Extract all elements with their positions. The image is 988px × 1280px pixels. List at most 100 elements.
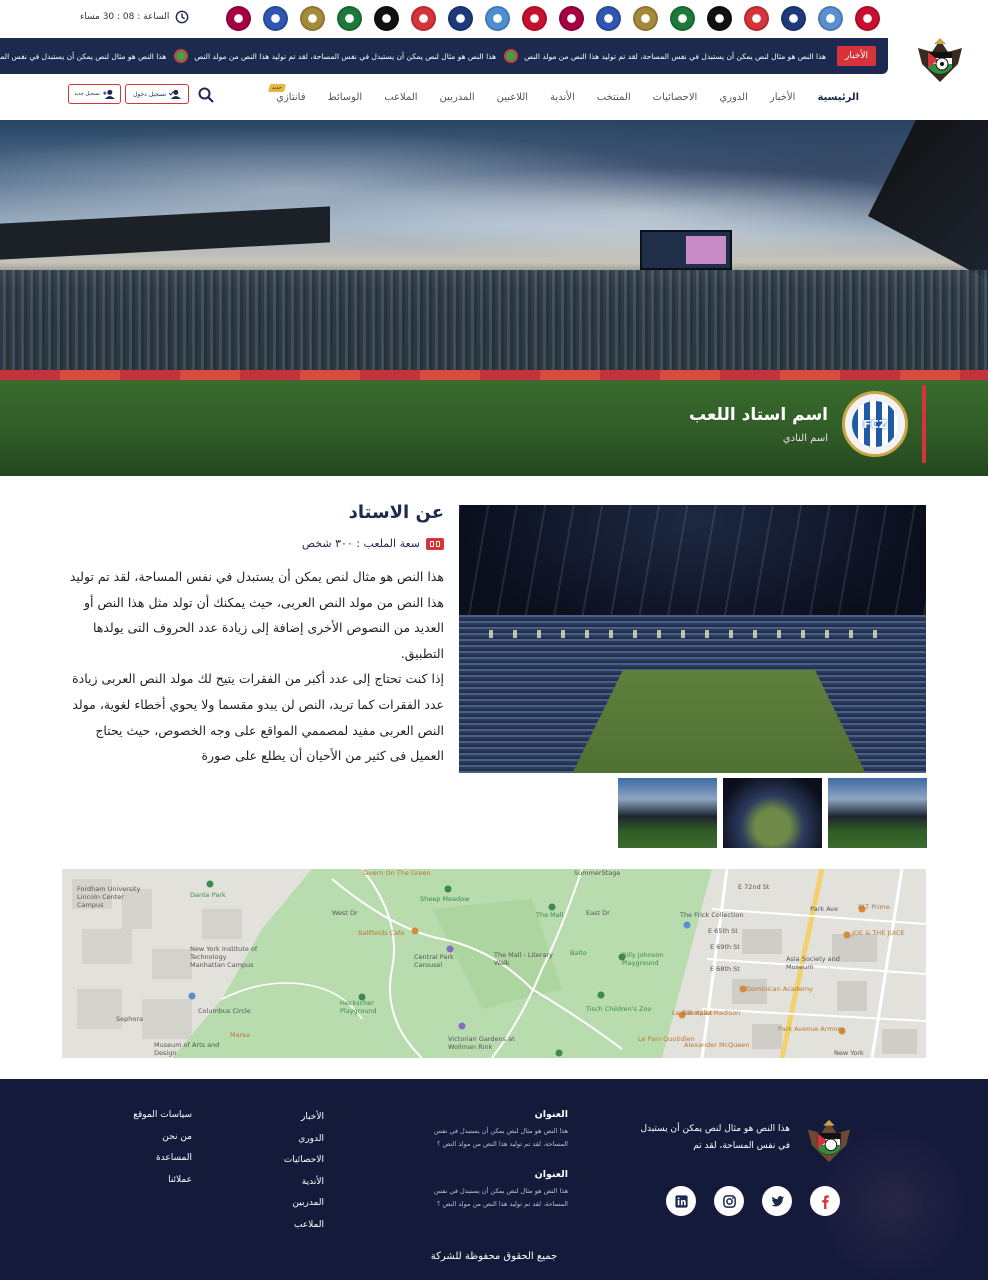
map-label: West Dr: [332, 909, 358, 917]
map-label: Tavern On The Green: [362, 869, 431, 877]
location-map[interactable]: Fordham University Lincoln Center Campus…: [62, 869, 926, 1058]
map-label: Heckscher Playground: [340, 999, 377, 1015]
instagram-link[interactable]: [714, 1186, 744, 1216]
nav-item[interactable]: الدوري: [708, 88, 759, 108]
ticker-item[interactable]: هذا النص هو مثال لنص يمكن أن يستبدل في ن…: [0, 49, 166, 63]
footer-link[interactable]: الملاعب: [294, 1219, 324, 1233]
clock-icon: [175, 10, 189, 24]
club-logo[interactable]: [226, 6, 251, 31]
map-label: Billy Johnson Playground: [622, 951, 664, 967]
club-logo[interactable]: [781, 6, 806, 31]
twitter-link[interactable]: [762, 1186, 792, 1216]
club-logo[interactable]: [707, 6, 732, 31]
footer-logo[interactable]: [804, 1115, 854, 1167]
map-label: Ballfields Cafe: [358, 929, 405, 937]
ticker-item[interactable]: هذا النص هو مثال لنص يمكن أن يستبدل في ن…: [504, 49, 826, 63]
nav-item-label: الأخبار: [769, 92, 796, 103]
address-text: هذا النص هو مثال لنص يمكن أن يستبدل في ن…: [433, 1127, 568, 1148]
club-logo[interactable]: [855, 6, 880, 31]
club-logo[interactable]: [485, 6, 510, 31]
club-logo[interactable]: [374, 6, 399, 31]
ticker-track: هذا النص هو مثال لنص يمكن أن يستبدل في ن…: [0, 49, 826, 63]
about-paragraph: إذا كنت تحتاج إلى عدد أكبر من الفقرات يت…: [72, 671, 444, 764]
nav-item[interactable]: الوسائط: [316, 88, 373, 108]
club-crest-inner: FCZ: [852, 401, 898, 447]
club-logo[interactable]: [596, 6, 621, 31]
nav-item-label: فانتازي: [276, 92, 306, 103]
time-label: الساعة : 08 : 30 مساء: [80, 12, 170, 22]
instagram-icon: [722, 1194, 736, 1208]
footer-link[interactable]: الدوري: [298, 1133, 324, 1147]
nav-item[interactable]: الملاعب: [373, 88, 428, 108]
footer-links-secondary: سياسات الموقع من نحن المساعدة عملائنا: [133, 1109, 192, 1187]
footer-link[interactable]: المدربين: [292, 1197, 324, 1211]
club-crest[interactable]: FCZ: [842, 391, 908, 457]
club-logo[interactable]: [300, 6, 325, 31]
map-label: The Mall: [536, 911, 564, 919]
news-ticker: الأخبار هذا النص هو مثال لنص يمكن أن يست…: [0, 38, 888, 74]
ticker-item[interactable]: هذا النص هو مثال لنص يمكن أن يستبدل في ن…: [174, 49, 496, 63]
footer-link[interactable]: الأندية: [302, 1176, 324, 1190]
footer-link[interactable]: الأخبار: [301, 1111, 324, 1125]
hero-text: اسم استاد اللعب اسم النادي: [689, 405, 828, 444]
map-label: Balto: [570, 949, 587, 957]
nav-item[interactable]: المنتخب: [586, 88, 642, 108]
map-label: E 72nd St: [738, 883, 770, 891]
ticker-item-text: هذا النص هو مثال لنص يمكن أن يستبدل في ن…: [0, 51, 167, 61]
club-logo[interactable]: [818, 6, 843, 31]
footer-link[interactable]: المساعدة: [156, 1152, 192, 1166]
nav-item[interactable]: الرئيسية: [806, 88, 870, 108]
stadium-name: اسم استاد اللعب: [688, 404, 828, 425]
footer-links-main: الأخبار الدوري الاحصائيات الأندية المدربين ال…: [284, 1111, 324, 1233]
register-button[interactable]: تسجيل جديد: [68, 84, 121, 104]
nav-item-label: الرئيسية: [817, 92, 859, 103]
linkedin-link[interactable]: [666, 1186, 696, 1216]
nav-item[interactable]: اللاعبين: [486, 88, 539, 108]
thumbnail[interactable]: [618, 778, 717, 848]
federation-mini-icon: [504, 49, 519, 63]
club-logo[interactable]: [448, 6, 473, 31]
footer-link[interactable]: سياسات الموقع: [133, 1109, 192, 1123]
nav-items: الرئيسية الأخبار الدوري الاحصائيات المنتخب ال…: [265, 84, 870, 108]
thumbnail[interactable]: [828, 778, 927, 848]
club-logo[interactable]: [670, 6, 695, 31]
map-label: E 65th St: [708, 927, 738, 935]
club-logo[interactable]: [744, 6, 769, 31]
map-label: The Mall - Literary Walk: [494, 951, 553, 967]
nav-item[interactable]: فانتازي جديد: [265, 84, 316, 108]
about-text: هذا النص هو مثال لنص يمكن أن يستبدل في ن…: [62, 564, 444, 769]
thumbnail[interactable]: [723, 778, 822, 848]
footer-link[interactable]: من نحن: [162, 1131, 192, 1145]
address-title: العنوان: [534, 1169, 568, 1180]
club-logo[interactable]: [411, 6, 436, 31]
club-logo[interactable]: [633, 6, 658, 31]
club-name[interactable]: اسم النادي: [689, 433, 828, 444]
map-label: The Frick Collection: [680, 911, 744, 919]
address-block: العنوان هذا النص هو مثال لنص يمكن أن يست…: [408, 1109, 568, 1151]
social-links: [666, 1186, 840, 1216]
nav-item[interactable]: الاحصائيات: [642, 88, 709, 108]
club-logo[interactable]: [263, 6, 288, 31]
club-logo[interactable]: [559, 6, 584, 31]
nav-item-label: اللاعبين: [496, 92, 529, 103]
facebook-link[interactable]: [810, 1186, 840, 1216]
nav-item[interactable]: الأخبار: [759, 88, 807, 108]
footer-link[interactable]: عملائنا: [168, 1174, 192, 1188]
nav-item[interactable]: الأندية: [539, 88, 586, 108]
footer-link[interactable]: الاحصائيات: [284, 1154, 324, 1168]
register-label: تسجيل جديد: [74, 91, 100, 97]
nav-item[interactable]: المدربين: [429, 88, 486, 108]
hero-stands: [0, 270, 988, 370]
about-title: عن الاستاد: [348, 502, 444, 523]
map-label: Dominican Academy: [746, 985, 813, 993]
login-button[interactable]: تسجيل دخول: [125, 84, 189, 104]
search-icon[interactable]: [197, 86, 215, 104]
map-label: Fordham University Lincoln Center Campus: [77, 885, 141, 909]
club-logo[interactable]: [337, 6, 362, 31]
map-label: Columbus Circle: [198, 1007, 251, 1015]
about-paragraph: هذا النص هو مثال لنص يمكن أن يستبدل في ن…: [69, 569, 444, 661]
stadium-main-photo[interactable]: [459, 505, 926, 773]
map-label: SummerStage: [574, 869, 621, 877]
hero-stadium-info: FCZ اسم استاد اللعب اسم النادي: [689, 384, 926, 464]
club-logo[interactable]: [522, 6, 547, 31]
